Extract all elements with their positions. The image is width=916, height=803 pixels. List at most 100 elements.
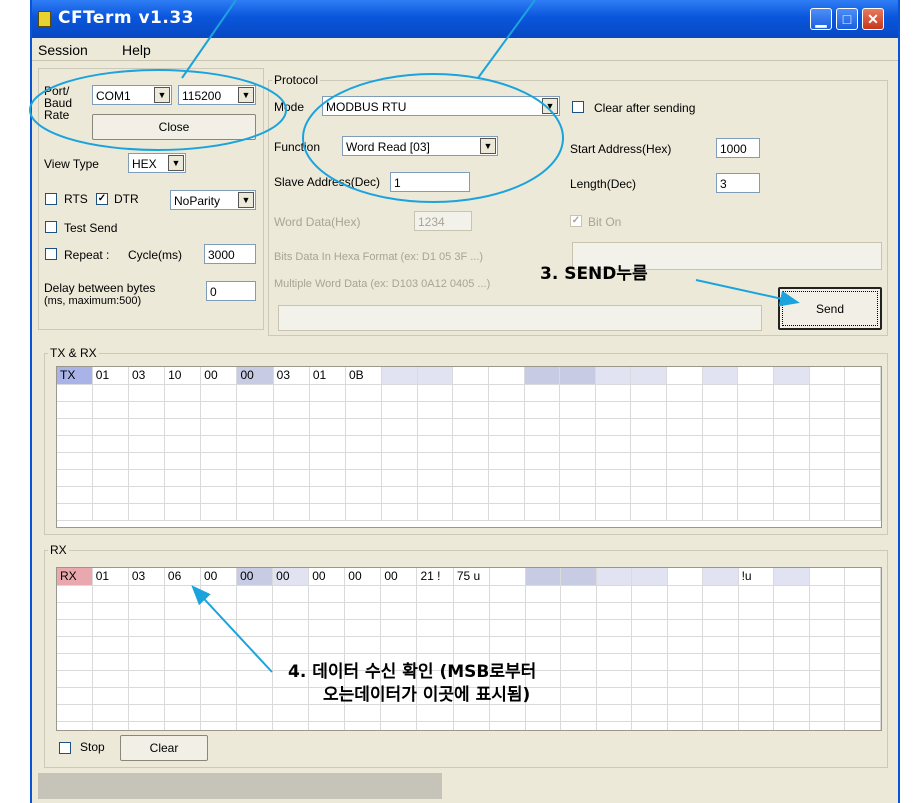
cycle-label: Cycle(ms) — [128, 248, 182, 262]
tx-data-cell: 00 — [236, 367, 274, 385]
function-select[interactable]: Word Read [03] ▼ — [342, 136, 498, 156]
table-row — [57, 469, 881, 487]
word-data-label: Word Data(Hex) — [274, 215, 361, 229]
table-row — [57, 602, 881, 620]
view-type-label: View Type — [44, 157, 99, 171]
cycle-input[interactable]: 3000 — [204, 244, 256, 264]
rx-data-cell: 75 u — [453, 568, 491, 586]
rx-data-cell: 03 — [128, 568, 165, 586]
rx-data-cell — [773, 568, 810, 586]
rx-data-cell — [702, 568, 739, 586]
mode-select[interactable]: MODBUS RTU ▼ — [322, 96, 560, 116]
baud-rate-select[interactable]: 115200 ▼ — [178, 85, 256, 105]
tx-data-cell: 03 — [273, 367, 310, 385]
tx-data-cell — [844, 367, 881, 385]
rts-checkbox[interactable] — [45, 193, 57, 205]
repeat-label: Repeat : — [64, 248, 110, 262]
multiple-word-input[interactable] — [278, 305, 762, 331]
tx-data-cell — [381, 367, 418, 385]
slave-address-label: Slave Address(Dec) — [274, 175, 381, 189]
stop-checkbox[interactable] — [59, 742, 71, 754]
tx-data-cell — [524, 367, 561, 385]
close-window-button[interactable]: ✕ — [862, 8, 884, 30]
rx-grid[interactable]: RX 01 03 06 00 00 00 00 00 00 21 ! 75 u … — [56, 567, 882, 731]
table-row — [57, 384, 881, 402]
function-value: Word Read [03] — [346, 140, 430, 154]
table-row — [57, 418, 881, 436]
delay-input[interactable]: 0 — [206, 281, 256, 301]
repeat-checkbox[interactable] — [45, 248, 57, 260]
rx-cell: RX — [57, 568, 93, 586]
com-port-select[interactable]: COM1 ▼ — [92, 85, 172, 105]
table-row — [57, 401, 881, 419]
view-type-select[interactable]: HEX ▼ — [128, 153, 186, 173]
tx-data-cell: 00 — [200, 367, 238, 385]
menu-help[interactable]: Help — [122, 42, 151, 58]
window-title: CFTerm v1.33 — [58, 8, 194, 28]
status-bar — [38, 773, 442, 799]
rx-data-cell: !u — [738, 568, 775, 586]
protocol-title: Protocol — [272, 73, 321, 87]
mode-label: Mode — [274, 100, 305, 114]
tx-data-cell — [702, 367, 739, 385]
bit-on-label: Bit On — [588, 215, 622, 229]
rx-data-cell — [560, 568, 597, 586]
start-address-label: Start Address(Hex) — [570, 142, 672, 156]
rx-data-cell: 00 — [380, 568, 418, 586]
title-bar[interactable]: CFTerm v1.33 ▁ □ ✕ — [32, 0, 898, 38]
rts-label: RTS — [64, 192, 88, 206]
multiple-word-label: Multiple Word Data (ex: D103 0A12 0405 .… — [274, 278, 491, 290]
clear-after-sending-checkbox[interactable] — [572, 101, 584, 113]
chevron-down-icon: ▼ — [480, 138, 496, 154]
checkmark-icon: ✓ — [571, 215, 581, 226]
delay-hint: (ms, maximum:500) — [44, 295, 142, 307]
test-send-checkbox[interactable] — [45, 221, 57, 233]
minimize-button[interactable]: ▁ — [810, 8, 832, 30]
rate-label: Rate — [44, 108, 70, 122]
tx-data-cell — [417, 367, 454, 385]
table-row: RX 01 03 06 00 00 00 00 00 00 21 ! 75 u … — [57, 568, 881, 586]
receive-annotation-line1: 4. 데이터 수신 확인 (MSB로부터 — [288, 662, 537, 682]
rx-data-cell: 06 — [164, 568, 201, 586]
rx-data-cell: 00 — [344, 568, 382, 586]
table-row — [57, 503, 881, 521]
start-address-input[interactable]: 1000 — [716, 138, 760, 158]
rx-data-cell — [631, 568, 668, 586]
bit-on-checkbox[interactable]: ✓ — [570, 215, 582, 227]
clear-button[interactable]: Clear — [120, 735, 208, 761]
tx-data-cell — [666, 367, 703, 385]
function-label: Function — [274, 140, 321, 154]
parity-select[interactable]: NoParity ▼ — [170, 190, 256, 210]
length-input[interactable]: 3 — [716, 173, 760, 193]
rx-data-cell — [525, 568, 562, 586]
rx-data-cell: 00 — [272, 568, 310, 586]
close-icon: ✕ — [867, 11, 879, 27]
dtr-checkbox[interactable]: ✓ — [96, 193, 108, 205]
tx-rx-grid[interactable]: TX 01 03 10 00 00 03 01 0B — [56, 366, 882, 528]
dtr-label: DTR — [114, 192, 139, 206]
table-row — [57, 704, 881, 722]
com-port-value: COM1 — [96, 89, 131, 103]
tx-data-cell — [595, 367, 632, 385]
tx-rx-title: TX & RX — [48, 346, 99, 360]
table-row — [57, 435, 881, 453]
maximize-button[interactable]: □ — [836, 8, 858, 30]
chevron-down-icon: ▼ — [238, 192, 254, 208]
baud-rate-value: 115200 — [182, 89, 222, 103]
rx-data-cell — [489, 568, 526, 586]
word-data-input[interactable]: 1234 — [414, 211, 472, 231]
clear-after-sending-label: Clear after sending — [594, 101, 696, 115]
chevron-down-icon: ▼ — [542, 98, 558, 114]
send-button[interactable]: Send — [778, 287, 882, 330]
stop-label: Stop — [80, 740, 105, 754]
parity-value: NoParity — [174, 194, 221, 208]
slave-address-input[interactable]: 1 — [390, 172, 470, 192]
chevron-down-icon: ▼ — [154, 87, 170, 103]
minimize-icon: ▁ — [815, 11, 827, 27]
tx-data-cell — [630, 367, 668, 385]
rx-data-cell — [596, 568, 633, 586]
menu-session[interactable]: Session — [38, 42, 88, 58]
port-close-button[interactable]: Close — [92, 114, 256, 140]
rx-data-cell: 00 — [236, 568, 274, 586]
app-icon — [38, 11, 51, 27]
